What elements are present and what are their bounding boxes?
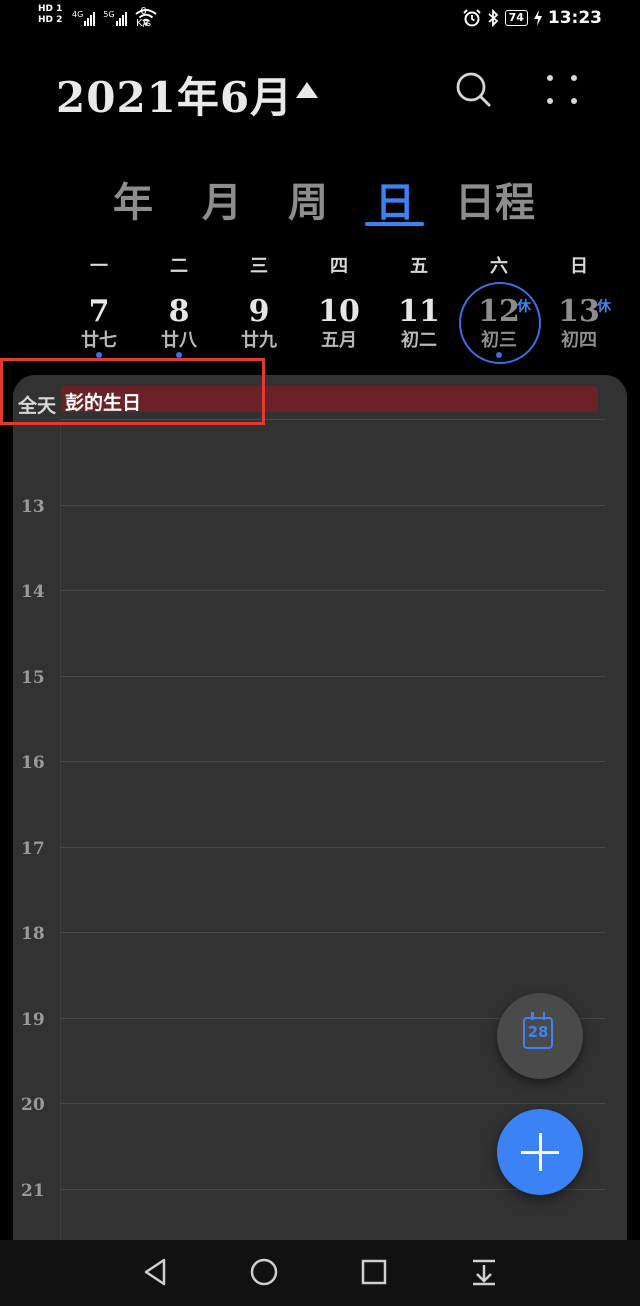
holiday-badge: 休 — [597, 299, 611, 315]
view-tabs: 年 月 周 日 日程 — [0, 170, 640, 230]
navigation-bar — [0, 1240, 640, 1306]
lunar-date: 五月 — [321, 330, 357, 351]
weekday-label: 二 — [170, 256, 188, 277]
hour-label: 15 — [21, 668, 45, 688]
signal-4g-icon: 4G — [72, 10, 96, 26]
net-speed-value: 0 — [140, 6, 147, 17]
caret-up-icon[interactable] — [296, 82, 318, 98]
bluetooth-icon — [487, 9, 498, 27]
sim-indicators: HD 1 HD 2 — [38, 4, 62, 26]
lunar-date: 初二 — [401, 330, 437, 351]
day-number[interactable]: 7 — [69, 294, 129, 329]
hour-label: 18 — [21, 924, 45, 944]
home-icon[interactable] — [248, 1256, 280, 1288]
tab-active-indicator — [365, 222, 424, 226]
hour-line — [60, 932, 605, 933]
weekday-label: 一 — [90, 256, 108, 277]
hour-label: 21 — [21, 1181, 45, 1201]
hour-label: 17 — [21, 839, 45, 859]
weekday-label: 六 — [490, 256, 508, 277]
month-title[interactable]: 2021年6月 — [56, 64, 293, 125]
recents-icon[interactable] — [358, 1256, 390, 1288]
weekday-label: 三 — [250, 256, 268, 277]
lunar-date: 初四 — [561, 330, 597, 351]
more-icon[interactable] — [544, 72, 580, 108]
net-speed-unit: K/s — [136, 18, 152, 29]
lunar-date: 初三 — [481, 330, 517, 351]
event-dot — [496, 352, 502, 358]
tab-day[interactable]: 日 — [375, 170, 415, 228]
time-gutter-divider — [60, 421, 61, 1255]
calendar-icon: 28 — [523, 1012, 553, 1049]
tab-month[interactable]: 月 — [202, 170, 242, 228]
hour-line — [60, 847, 605, 848]
holiday-badge: 休 — [517, 299, 531, 315]
hour-line — [60, 505, 605, 506]
add-event-button[interactable] — [497, 1109, 583, 1195]
hour-label: 16 — [21, 753, 45, 773]
today-date-label: 28 — [527, 1023, 549, 1041]
weekday-label: 五 — [410, 256, 428, 277]
day-number[interactable]: 10 — [309, 294, 369, 329]
hour-label: 19 — [21, 1010, 45, 1030]
search-icon[interactable] — [454, 70, 494, 110]
lunar-date: 廿八 — [161, 330, 197, 351]
status-bar: HD 1 HD 2 4G 5G 0 K/s 74 13:23 — [0, 0, 640, 40]
lunar-date: 廿七 — [81, 330, 117, 351]
hour-line — [60, 590, 605, 591]
weekday-label: 四 — [330, 256, 348, 277]
net2-label: 5G — [103, 10, 115, 19]
hour-label: 20 — [21, 1095, 45, 1115]
lunar-date: 廿九 — [241, 330, 277, 351]
sim2-label: HD 2 — [38, 15, 63, 25]
day-number[interactable]: 9 — [229, 294, 289, 329]
tab-year[interactable]: 年 — [113, 170, 153, 228]
notification-pulldown-icon[interactable] — [468, 1256, 500, 1288]
alarm-icon — [462, 9, 481, 27]
back-icon[interactable] — [140, 1256, 172, 1288]
day-number[interactable]: 11 — [389, 294, 449, 329]
battery-icon: 74 — [504, 10, 528, 26]
signal-5g-icon: 5G — [103, 10, 127, 26]
net1-label: 4G — [72, 10, 84, 19]
clock: 13:23 — [547, 8, 602, 28]
hour-label: 14 — [21, 582, 45, 602]
weekday-label: 日 — [570, 256, 588, 277]
tab-schedule[interactable]: 日程 — [455, 170, 535, 228]
sim1-label: HD 1 — [38, 4, 63, 14]
tab-week[interactable]: 周 — [288, 170, 328, 228]
hour-label: 13 — [21, 497, 45, 517]
highlight-annotation-box — [0, 358, 265, 425]
go-to-today-button[interactable]: 28 — [497, 993, 583, 1079]
hour-line — [60, 761, 605, 762]
status-right: 74 13:23 — [462, 8, 602, 28]
charging-icon — [533, 10, 542, 26]
day-number[interactable]: 8 — [149, 294, 209, 329]
net-speed: 0 K/s — [136, 6, 151, 30]
hour-line — [60, 1103, 605, 1104]
hour-line — [60, 676, 605, 677]
